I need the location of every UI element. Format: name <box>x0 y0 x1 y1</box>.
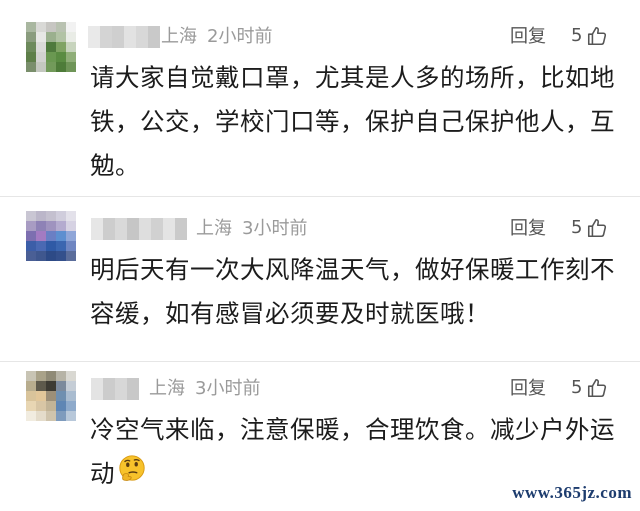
comment-text: 明后天有一次大风降温天气，做好保暖工作刻不容缓，如有感冒必须要及时就医哦！ <box>90 255 615 328</box>
comment-meta: 上海 3小时前 <box>196 218 307 240</box>
avatar[interactable] <box>26 22 76 72</box>
avatar[interactable] <box>26 211 76 261</box>
comment-meta: 上海 2小时前 <box>161 26 272 48</box>
thinking-face-emoji-icon <box>117 453 147 497</box>
comment-item: 上海 3小时前 回复 5 明后天有一次大风降温天气，做好保暖工作刻不容缓，如有感冒… <box>0 196 640 361</box>
username[interactable] <box>91 378 139 400</box>
reply-button[interactable]: 回复 <box>510 378 546 400</box>
comment-meta: 上海 3小时前 <box>149 378 260 400</box>
like-button[interactable]: 5 <box>571 217 608 239</box>
watermark: www.365jz.com <box>512 483 632 502</box>
username[interactable] <box>88 26 160 48</box>
timestamp: 3小时前 <box>242 218 308 239</box>
comment-text-body: 冷空气来临，注意保暖，合理饮食。减少户外运动 <box>90 415 615 488</box>
avatar[interactable] <box>26 371 76 421</box>
like-count: 5 <box>571 25 583 46</box>
comment-text: 请大家自觉戴口罩，尤其是人多的场所，比如地铁，公交，学校门口等，保护自己保护他人… <box>90 63 615 180</box>
thumbs-up-icon <box>586 217 608 239</box>
reply-button[interactable]: 回复 <box>510 26 546 48</box>
timestamp: 2小时前 <box>207 26 273 47</box>
like-count: 5 <box>571 217 583 238</box>
thumbs-up-icon <box>586 25 608 47</box>
like-button[interactable]: 5 <box>571 25 608 47</box>
location: 上海 <box>161 26 197 47</box>
thumbs-up-icon <box>586 377 608 399</box>
timestamp: 3小时前 <box>195 378 261 399</box>
like-count: 5 <box>571 377 583 398</box>
comment-item: 上海 2小时前 回复 5 请大家自觉戴口罩，尤其是人多的场所，比如地铁，公交，学校… <box>0 0 640 196</box>
like-button[interactable]: 5 <box>571 377 608 399</box>
reply-button[interactable]: 回复 <box>510 218 546 240</box>
location: 上海 <box>149 378 185 399</box>
location: 上海 <box>196 218 232 239</box>
username[interactable] <box>91 218 187 240</box>
